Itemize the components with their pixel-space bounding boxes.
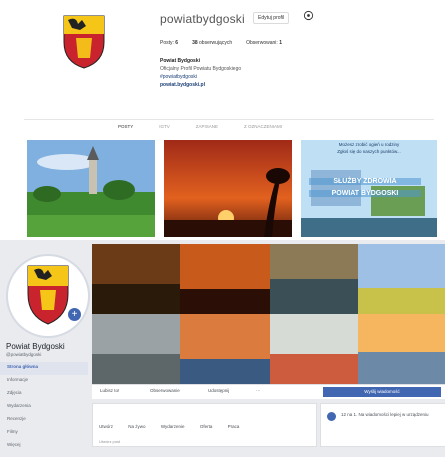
edit-profile-button[interactable]: Edytuj profil bbox=[253, 12, 290, 24]
nav-item-events[interactable]: Wydarzenia bbox=[0, 401, 88, 414]
nav-item-more[interactable]: Więcej bbox=[0, 440, 88, 453]
ig-stats: Posty: 6 38 obserwujących Obserwowani: 1 bbox=[160, 40, 282, 46]
add-photo-button[interactable]: + bbox=[68, 308, 81, 321]
create-post-box: Utwórz Na żywo Wydarzenie Oferta Praca U… bbox=[92, 403, 317, 447]
nav-item-home[interactable]: Strona główna bbox=[0, 362, 88, 375]
nav-item-videos[interactable]: Filmy bbox=[0, 427, 88, 440]
posts-count: Posty: 6 bbox=[160, 40, 179, 46]
post-option-offer[interactable]: Oferta bbox=[200, 424, 213, 429]
post-option-live[interactable]: Na żywo bbox=[128, 424, 145, 429]
ad-big-text-2: POWIAT BYDGOSKI bbox=[309, 190, 421, 197]
more-button[interactable]: ··· bbox=[256, 388, 261, 393]
post-options: Utwórz Na żywo Wydarzenie Oferta Praca bbox=[99, 424, 253, 429]
page-avatar[interactable] bbox=[8, 256, 88, 336]
post-option-create[interactable]: Utwórz bbox=[99, 424, 113, 429]
nav-item-reviews[interactable]: Recenzje bbox=[0, 414, 88, 427]
post-option-event[interactable]: Wydarzenie bbox=[161, 424, 185, 429]
ig-tabs: POSTY IGTV ZAPISANE Z OZNACZENIAMI bbox=[118, 124, 282, 129]
bio-line: Oficjalny Profil Powiatu Bydgoskiego bbox=[160, 66, 242, 72]
post-tile-ad[interactable]: Możesz zrobić ogień u rodziny Zgłoś się … bbox=[301, 140, 437, 237]
cover-photo-collage[interactable] bbox=[92, 244, 445, 384]
share-button[interactable]: Udostępnij bbox=[208, 388, 229, 393]
like-button[interactable]: Lubisz to! bbox=[100, 388, 119, 393]
fb-action-bar: Lubisz to! Obserwowanie Udostępnij ··· W… bbox=[92, 384, 445, 399]
side-box-text: 12 na 1. Na wiadomości lepiej w urządzen… bbox=[341, 412, 429, 417]
messenger-icon bbox=[327, 412, 336, 421]
bio-website-link[interactable]: powiat.bydgoski.pl bbox=[160, 81, 241, 89]
bio-hashtag[interactable]: #powiatbydgoski bbox=[160, 73, 241, 81]
post-option-job[interactable]: Praca bbox=[228, 424, 240, 429]
ad-sub-text: Zgłoś się do naszych punktów... bbox=[337, 149, 401, 154]
nav-item-info[interactable]: Informacje bbox=[0, 375, 88, 388]
post-tile-sunset[interactable] bbox=[164, 140, 292, 237]
fb-sidebar-nav: Strona główna Informacje Zdjęcia Wydarze… bbox=[0, 362, 88, 453]
gear-icon[interactable] bbox=[303, 10, 314, 21]
following-button[interactable]: Obserwowanie bbox=[150, 388, 180, 393]
nav-item-photos[interactable]: Zdjęcia bbox=[0, 388, 88, 401]
ig-bio: Powiat Bydgoski Oficjalny Profil Powiatu… bbox=[160, 57, 241, 89]
coat-of-arms-logo bbox=[63, 15, 105, 69]
tab-saved[interactable]: ZAPISANE bbox=[196, 124, 218, 129]
fb-page-name: Powiat Bydgoski bbox=[6, 342, 65, 351]
instagram-profile: powiatbydgoski Edytuj profil Posty: 6 38… bbox=[0, 0, 445, 240]
post-tile-landscape[interactable] bbox=[27, 140, 155, 237]
fb-page-handle: @powiatbydgoski bbox=[6, 352, 42, 357]
ad-big-text-1: SŁUŻBY ZDROWIA bbox=[309, 178, 421, 185]
tab-tagged[interactable]: Z OZNACZENIAMI bbox=[244, 124, 282, 129]
facebook-page: + Powiat Bydgoski @powiatbydgoski Strona… bbox=[0, 240, 445, 457]
ig-username: powiatbydgoski bbox=[160, 12, 245, 26]
tabs-divider bbox=[24, 119, 434, 120]
following-count[interactable]: Obserwowani: 1 bbox=[246, 40, 282, 46]
ad-small-text: Możesz zrobić ogień u rodziny bbox=[338, 142, 400, 147]
create-post-footer[interactable]: Utwórz post bbox=[99, 439, 120, 444]
coat-of-arms-logo bbox=[27, 265, 69, 325]
tab-igtv[interactable]: IGTV bbox=[159, 124, 170, 129]
tab-posts[interactable]: POSTY bbox=[118, 124, 133, 129]
ad-background bbox=[301, 140, 437, 237]
followers-count[interactable]: 38 obserwujących bbox=[192, 40, 232, 46]
bio-name: Powiat Bydgoski bbox=[160, 58, 201, 64]
messenger-side-box: 12 na 1. Na wiadomości lepiej w urządzen… bbox=[320, 403, 445, 447]
send-message-button[interactable]: Wyślij wiadomość bbox=[323, 387, 441, 397]
